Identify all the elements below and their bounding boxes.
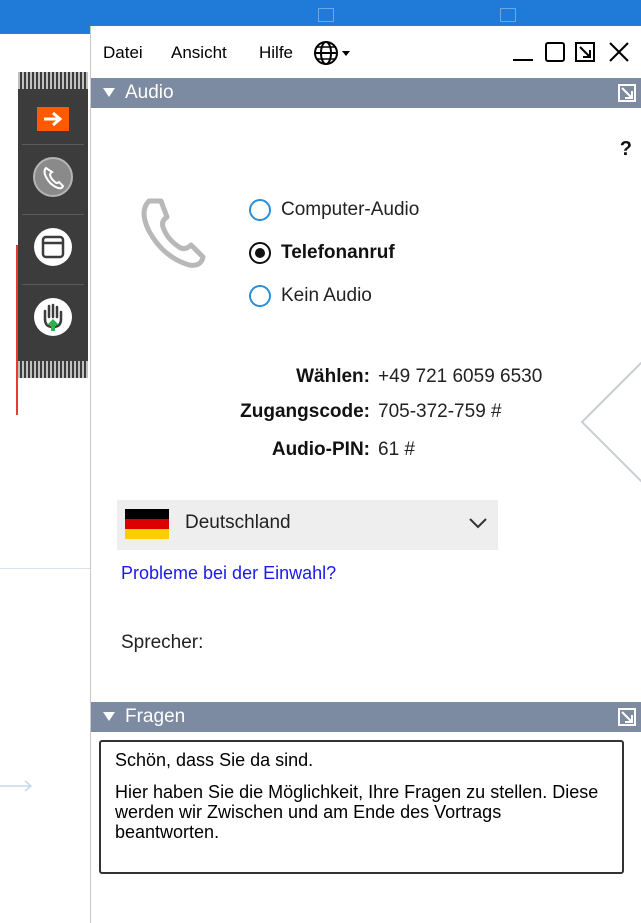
country-select[interactable]: Deutschland [117,500,498,550]
control-bar [18,72,88,378]
audio-pin-label: Audio-PIN: [271,439,370,460]
dial-in-problems-link[interactable]: Probleme bei der Einwahl? [121,563,336,584]
questions-panel-header[interactable]: Fragen [91,702,641,732]
show-panel-button[interactable] [18,106,88,132]
minimize-icon[interactable] [511,40,535,64]
dial-label: Wählen: [296,366,370,387]
popout-icon[interactable] [618,708,636,726]
radio-computer-audio[interactable] [249,199,271,221]
audio-pin-value: 61 # [378,439,415,460]
collapse-triangle-icon[interactable] [103,712,115,721]
separator [22,284,84,285]
questions-log[interactable]: Schön, dass Sie da sind. Hier haben Sie … [99,740,624,874]
language-menu[interactable] [313,40,355,71]
country-name: Deutschland [185,512,291,533]
window-icon [34,228,72,266]
menu-bar: Datei Ansicht Hilfe [91,26,641,78]
popout-icon[interactable] [573,40,597,64]
access-code-label: Zugangscode: [240,401,370,422]
dial-number: +49 721 6059 6530 [378,366,543,387]
radio-label: Computer-Audio [281,199,420,220]
background-divider [0,568,90,569]
germany-flag-icon [125,509,169,539]
arrow-right-icon [44,111,63,127]
screen-button[interactable] [18,224,88,270]
background-icon [500,8,516,22]
radio-no-audio[interactable] [249,285,271,307]
background-arrow-icon [0,780,33,792]
maximize-icon[interactable] [543,40,567,64]
questions-panel-title: Fragen [125,706,186,727]
raise-hand-button[interactable] [18,294,88,340]
radio-label: Telefonanruf [281,242,395,263]
access-code-value: 705-372-759 # [378,401,502,422]
greeting-text: Schön, dass Sie da sind. [115,750,314,770]
chevron-down-icon [469,518,487,529]
audio-panel-header[interactable]: Audio [91,78,641,108]
help-button[interactable]: ? [620,138,632,161]
close-icon[interactable] [607,40,631,64]
menu-file[interactable]: Datei [103,43,143,63]
radio-phone-call[interactable] [249,242,271,264]
phone-icon [141,198,206,268]
audio-option-none[interactable]: Kein Audio [249,281,372,311]
arrow-left-icon [580,361,641,483]
audio-button[interactable] [18,154,88,200]
audio-option-computer[interactable]: Computer-Audio [249,195,419,225]
radio-label: Kein Audio [281,285,372,306]
speaker-label: Sprecher: [121,632,204,653]
audio-option-phone[interactable]: Telefonanruf [249,238,395,268]
raise-hand-icon [34,298,72,336]
audio-panel-title: Audio [125,82,174,103]
menu-help[interactable]: Hilfe [259,43,293,63]
control-panel-window: Datei Ansicht Hilfe Audio ? Computer-Aud… [90,26,641,923]
separator [22,214,84,215]
grab-handle[interactable] [18,72,88,89]
popout-icon[interactable] [618,84,636,102]
collapse-triangle-icon[interactable] [103,88,115,97]
background-icon [318,8,334,22]
globe-icon [314,41,350,65]
separator [22,144,84,145]
questions-info-text: Hier haben Sie die Möglichkeit, Ihre Fra… [115,782,599,842]
phone-icon [33,157,73,197]
grab-handle[interactable] [18,361,88,378]
menu-view[interactable]: Ansicht [171,43,227,63]
